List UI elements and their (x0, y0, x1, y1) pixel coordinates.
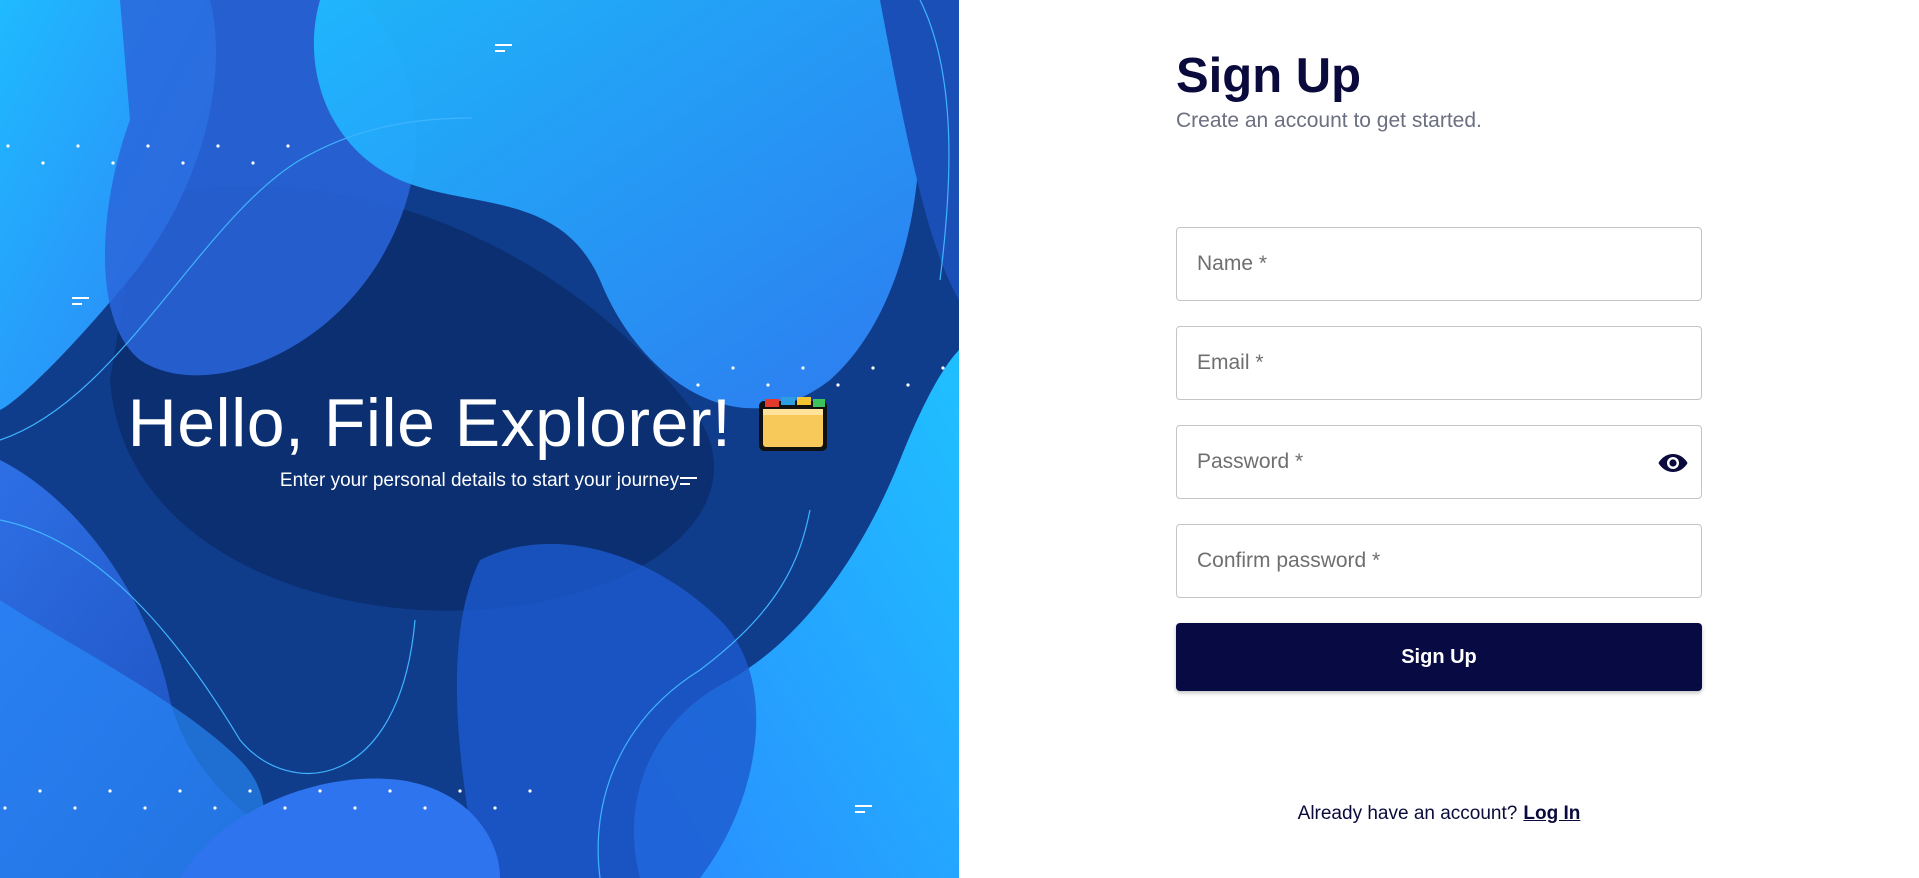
hero-title-text: Hello, File Explorer! (127, 385, 732, 461)
password-field[interactable] (1177, 426, 1701, 498)
hero-subtitle: Enter your personal details to start you… (279, 470, 680, 491)
page-subtitle: Create an account to get started. (1176, 109, 1482, 132)
name-field-container (1176, 227, 1702, 301)
hero-panel: Hello, File Explorer! Enter your persona… (0, 0, 959, 878)
signup-panel: Sign Up Create an account to get started… (959, 0, 1919, 878)
eye-icon[interactable] (1657, 448, 1689, 478)
email-field[interactable] (1177, 327, 1701, 399)
log-in-link[interactable]: Log In (1523, 803, 1580, 824)
email-field-container (1176, 326, 1702, 400)
confirm-password-field[interactable] (1177, 525, 1701, 597)
hero-title: Hello, File Explorer! (0, 384, 959, 462)
login-prompt: Already have an account? Log In (1176, 803, 1702, 825)
password-field-container (1176, 425, 1702, 499)
confirm-password-field-container (1176, 524, 1702, 598)
folder-icon (757, 393, 831, 453)
name-field[interactable] (1177, 228, 1701, 300)
login-prompt-text: Already have an account? (1297, 803, 1518, 824)
sign-up-button[interactable]: Sign Up (1176, 623, 1702, 691)
page-title: Sign Up (1176, 49, 1362, 103)
